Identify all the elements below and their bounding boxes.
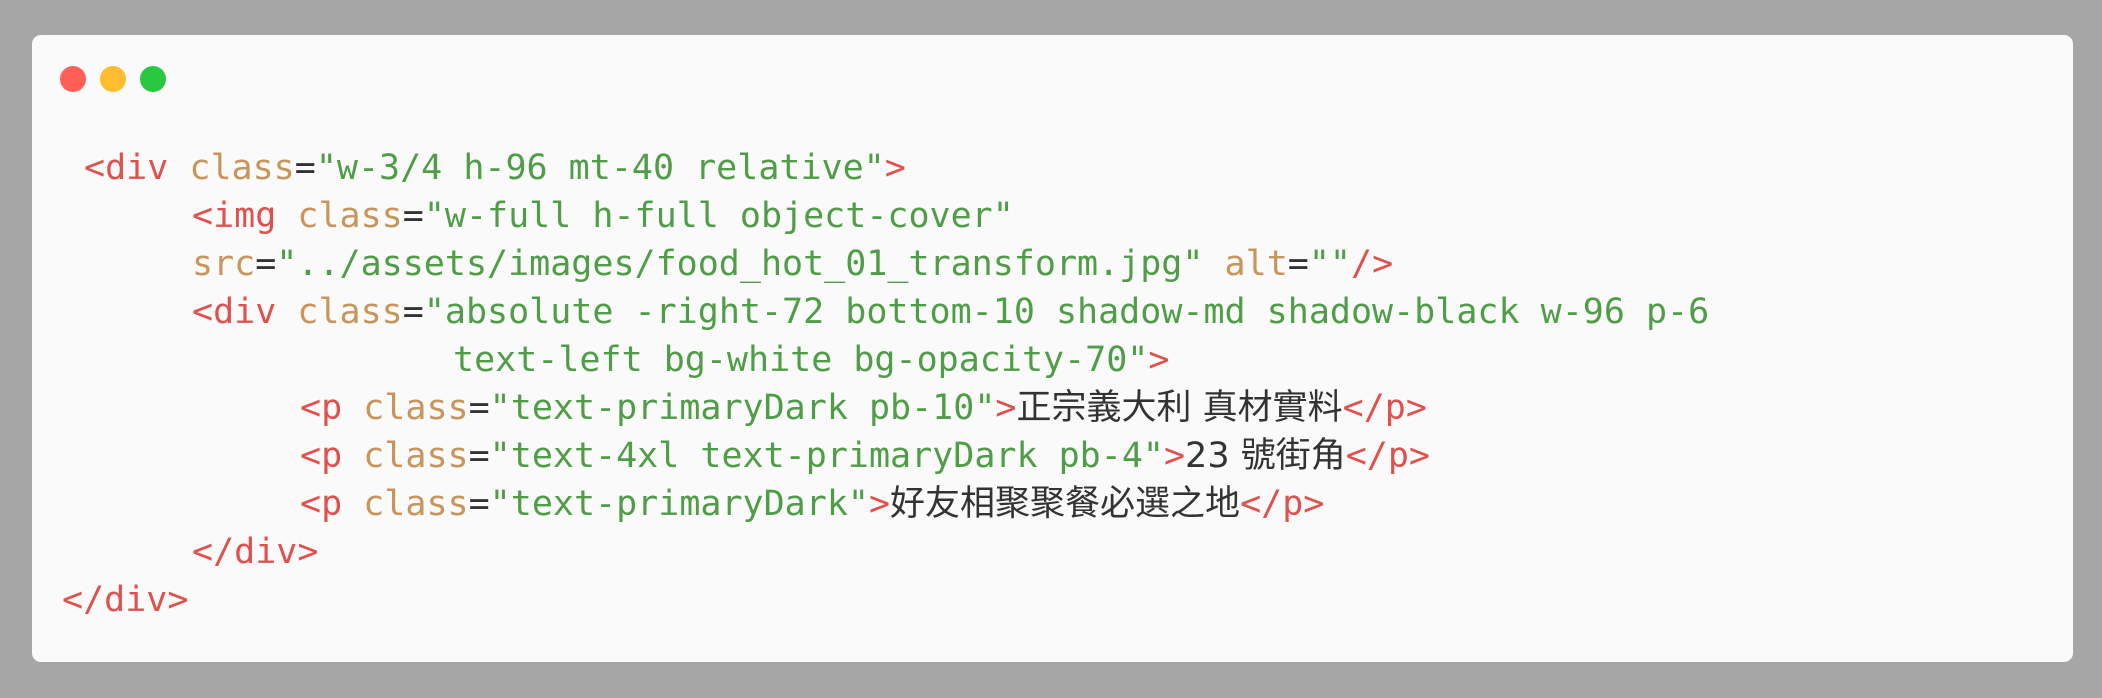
- code-line-2: <img class="w-full h-full object-cover": [192, 192, 1014, 240]
- tag-close: >: [995, 388, 1017, 428]
- tag-end: </div>: [62, 580, 189, 620]
- equals: =: [255, 244, 277, 284]
- attr-name-alt: alt: [1224, 244, 1288, 284]
- zoom-dot-icon[interactable]: [140, 66, 166, 92]
- code-line-9: </div>: [192, 528, 318, 576]
- equals: =: [294, 148, 316, 188]
- close-dot-icon[interactable]: [60, 66, 86, 92]
- equals: =: [402, 292, 424, 332]
- tag-self-close: />: [1351, 244, 1394, 284]
- attr-name: class: [363, 388, 469, 428]
- attr-name: class: [297, 196, 403, 236]
- tag-end: </p>: [1342, 388, 1427, 428]
- attr-name: class: [363, 436, 469, 476]
- attr-value: "text-4xl text-primaryDark pb-4": [489, 436, 1164, 476]
- code-window: <div class="w-3/4 h-96 mt-40 relative"> …: [32, 35, 2073, 662]
- tag-open: <div: [84, 148, 169, 188]
- tag-open: <p: [300, 388, 343, 428]
- tag-end: </div>: [192, 532, 319, 572]
- attr-value: "text-primaryDark": [489, 484, 869, 524]
- tag-end: </p>: [1240, 484, 1325, 524]
- tag-close: >: [1148, 340, 1170, 380]
- attr-name: class: [297, 292, 403, 332]
- equals: =: [468, 388, 490, 428]
- tag-open: <p: [300, 484, 343, 524]
- attr-value: "absolute -right-72 bottom-10 shadow-md …: [423, 292, 1710, 332]
- code-line-3: src="../assets/images/food_hot_01_transf…: [192, 240, 1393, 288]
- equals: =: [1287, 244, 1309, 284]
- tag-close: >: [1163, 436, 1186, 476]
- text-content: 正宗義大利 真材實料: [1016, 388, 1343, 428]
- text-content: 好友相聚聚餐必選之地: [890, 484, 1241, 524]
- tag-close: >: [868, 484, 891, 524]
- attr-value: "text-primaryDark pb-10": [489, 388, 996, 428]
- text-content: 23 號街角: [1185, 436, 1346, 476]
- tag-open: <p: [300, 436, 343, 476]
- tag-end: </p>: [1345, 436, 1431, 476]
- attr-value: "w-3/4 h-96 mt-40 relative": [315, 148, 885, 188]
- code-line-4: <div class="absolute -right-72 bottom-10…: [192, 288, 1709, 336]
- attr-value: "../assets/images/food_hot_01_transform.…: [276, 244, 1204, 284]
- code-line-7: <p class="text-4xl text-primaryDark pb-4…: [300, 432, 1430, 480]
- tag-open: <div: [192, 292, 277, 332]
- equals: =: [402, 196, 424, 236]
- attr-value-continued: text-left bg-white bg-opacity-70": [453, 340, 1149, 380]
- attr-value-alt: "": [1308, 244, 1351, 284]
- attr-name: src: [192, 244, 256, 284]
- window-controls: [60, 66, 166, 92]
- code-line-1: <div class="w-3/4 h-96 mt-40 relative">: [84, 144, 906, 192]
- equals: =: [468, 436, 490, 476]
- attr-name: class: [363, 484, 469, 524]
- attr-value: "w-full h-full object-cover": [423, 196, 1014, 236]
- code-line-5: text-left bg-white bg-opacity-70">: [453, 336, 1169, 384]
- tag-open: <img: [192, 196, 277, 236]
- code-line-10: </div>: [62, 576, 188, 624]
- tag-close: >: [884, 148, 906, 188]
- code-line-6: <p class="text-primaryDark pb-10">正宗義大利 …: [300, 384, 1427, 432]
- equals: =: [468, 484, 490, 524]
- code-line-8: <p class="text-primaryDark">好友相聚聚餐必選之地</…: [300, 480, 1324, 528]
- minimize-dot-icon[interactable]: [100, 66, 126, 92]
- attr-name: class: [189, 148, 295, 188]
